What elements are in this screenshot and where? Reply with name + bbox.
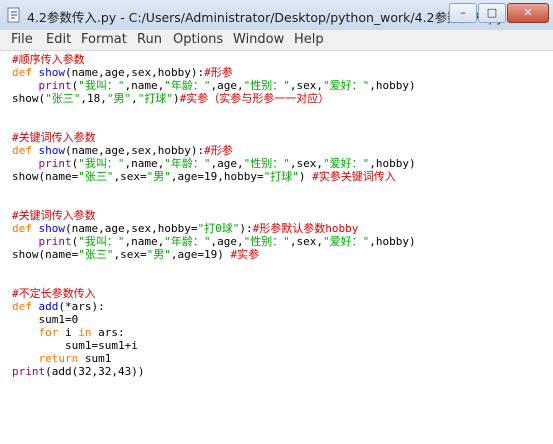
code-line: show(name="张三",sex="男",age=19) #实参 [12, 248, 260, 261]
window-controls: – □ ✕ [448, 3, 549, 23]
code-line: #不定长参数传入 [12, 287, 96, 300]
code-line: print(add(32,32,43)) [12, 365, 145, 378]
code-line: #关键词传入参数 [12, 209, 96, 222]
code-line: for i in ars: [38, 326, 125, 339]
menu-help[interactable]: Help [294, 32, 324, 47]
title-bar[interactable]: 4.2参数传入.py - C:/Users/Administrator/Desk… [0, 0, 553, 31]
code-line: print("我叫：",name,"年龄：",age,"性别：",sex,"爱好… [38, 235, 416, 248]
code-editor[interactable]: #顺序传入参数 def show(name,age,sex,hobby):#形参… [0, 51, 553, 444]
menu-run[interactable]: Run [137, 32, 162, 47]
code-line: return sum1 [38, 352, 112, 365]
menu-bar: File Edit Format Run Options Window Help [0, 30, 553, 51]
close-button[interactable]: ✕ [507, 3, 549, 23]
idle-editor-window: 4.2参数传入.py - C:/Users/Administrator/Desk… [0, 0, 553, 444]
code-line: def show(name,age,sex,hobby="打0球"):#形参默认… [12, 222, 359, 235]
code-line: show("张三",18,"男","打球")#实参（实参与形参一一对应） [12, 92, 330, 105]
code-line: show(name="张三",sex="男",age=19,hobby="打球"… [12, 170, 396, 183]
code-line: print("我叫：",name,"年龄：",age,"性别：",sex,"爱好… [38, 157, 416, 170]
code-line: sum1=0 [12, 313, 79, 326]
menu-window[interactable]: Window [233, 32, 284, 47]
window-title: 4.2参数传入.py - C:/Users/Administrator/Desk… [27, 10, 520, 25]
menu-edit[interactable]: Edit [46, 32, 71, 47]
code-line: print("我叫：",name,"年龄：",age,"性别：",sex,"爱好… [38, 79, 416, 92]
menu-format[interactable]: Format [81, 32, 127, 47]
menu-options[interactable]: Options [173, 32, 223, 47]
minimize-button[interactable]: – [449, 3, 477, 23]
python-file-icon [7, 7, 20, 23]
code-line: #关键词传入参数 [12, 131, 96, 144]
code-line: def show(name,age,sex,hobby):#形参 [12, 144, 233, 157]
code-line: #顺序传入参数 [12, 53, 85, 66]
maximize-button[interactable]: □ [478, 3, 506, 23]
menu-file[interactable]: File [11, 32, 33, 47]
code-line: sum1=sum1+i [12, 339, 138, 352]
code-line: def show(name,age,sex,hobby):#形参 [12, 66, 233, 79]
code-line: def add(*ars): [12, 300, 105, 313]
